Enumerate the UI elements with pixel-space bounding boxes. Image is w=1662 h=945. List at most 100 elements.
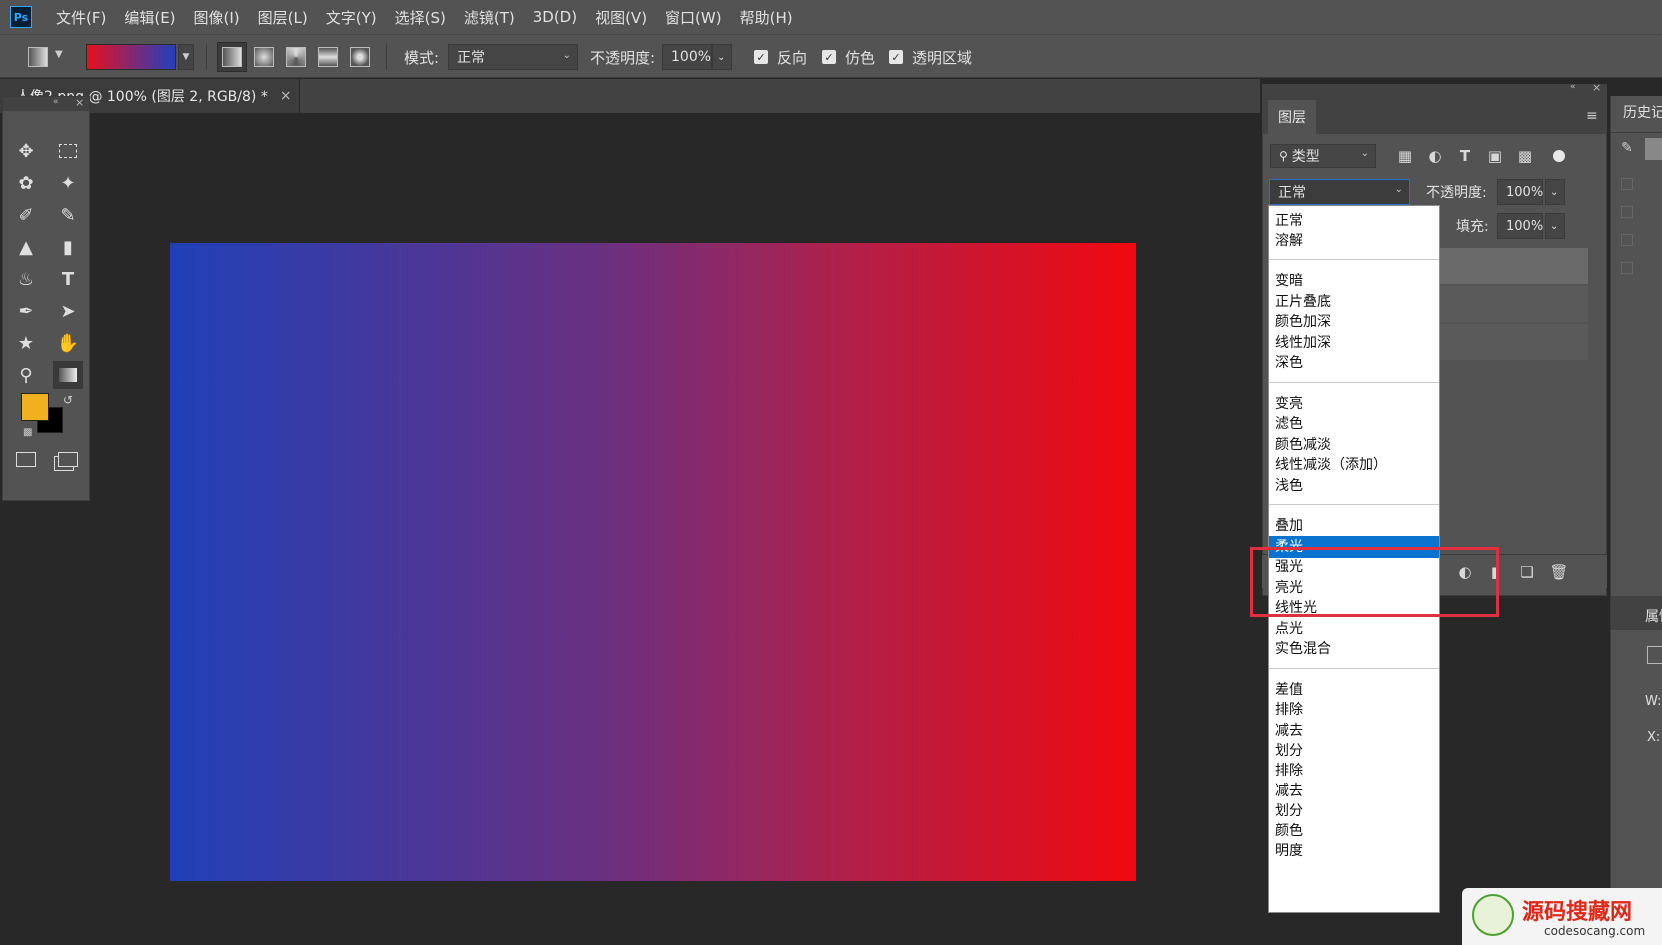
- gradient-picker-chevron-icon[interactable]: ▼: [178, 44, 194, 70]
- fill-chevron-icon[interactable]: ⌄: [1545, 213, 1565, 239]
- foreground-color-swatch[interactable]: [21, 393, 49, 421]
- collapse-icon[interactable]: «: [53, 97, 59, 107]
- shape-tool-icon[interactable]: ★: [11, 329, 41, 357]
- fill-input[interactable]: 100%: [1497, 213, 1543, 239]
- menu-layer[interactable]: 图层(L): [258, 7, 308, 28]
- trash-icon[interactable]: 🗑: [1549, 563, 1568, 581]
- blend-mode-option[interactable]: 正常: [1269, 210, 1439, 232]
- blend-mode-option[interactable]: 颜色加深: [1269, 311, 1439, 333]
- blend-mode-option[interactable]: 浅色: [1269, 475, 1439, 497]
- tab-properties[interactable]: 属性: [1645, 606, 1662, 626]
- blend-mode-option[interactable]: 减去: [1269, 720, 1439, 742]
- transparency-checkbox[interactable]: ✓: [889, 50, 903, 64]
- dither-checkbox[interactable]: ✓: [822, 50, 836, 64]
- blend-mode-option[interactable]: 滤色: [1269, 413, 1439, 435]
- linear-gradient-icon[interactable]: [222, 47, 242, 67]
- shape-filter-icon[interactable]: ▣: [1486, 147, 1504, 165]
- menu-type[interactable]: 文字(Y): [326, 7, 377, 28]
- gradient-tool-icon[interactable]: [53, 361, 83, 389]
- blend-mode-option[interactable]: 点光: [1269, 618, 1439, 640]
- lasso-tool-icon[interactable]: ✿: [11, 169, 41, 197]
- hand-tool-icon[interactable]: ✋: [53, 329, 83, 357]
- magic-wand-tool-icon[interactable]: ✦: [53, 169, 83, 197]
- layer-row[interactable]: [1440, 248, 1588, 284]
- history-checkbox[interactable]: [1621, 234, 1633, 246]
- screen-mode-icon[interactable]: [53, 445, 83, 473]
- reverse-checkbox[interactable]: ✓: [754, 50, 768, 64]
- blend-mode-option[interactable]: 划分: [1269, 740, 1439, 762]
- chevron-down-icon[interactable]: ▼: [55, 49, 63, 60]
- blend-mode-option[interactable]: 颜色减淡: [1269, 434, 1439, 456]
- blend-mode-option[interactable]: 变亮: [1269, 393, 1439, 415]
- type-tool-icon[interactable]: T: [53, 265, 83, 293]
- blend-mode-option[interactable]: 划分: [1269, 800, 1439, 822]
- path-selection-tool-icon[interactable]: ➤: [53, 297, 83, 325]
- close-icon[interactable]: ×: [280, 88, 292, 104]
- brush-history-icon[interactable]: ✎: [1621, 140, 1633, 156]
- tab-history[interactable]: 历史记: [1623, 102, 1662, 122]
- swap-colors-icon[interactable]: ↺: [63, 393, 73, 407]
- collapse-icon[interactable]: «: [1570, 82, 1576, 92]
- history-checkbox[interactable]: [1621, 262, 1633, 274]
- panel-menu-icon[interactable]: ≡: [1586, 108, 1598, 124]
- blend-mode-option[interactable]: 排除: [1269, 760, 1439, 782]
- gradient-swatch[interactable]: [86, 44, 176, 70]
- blend-mode-option[interactable]: 颜色: [1269, 820, 1439, 842]
- blend-mode-option[interactable]: 线性减淡（添加）: [1269, 454, 1439, 476]
- diamond-gradient-icon[interactable]: [350, 47, 370, 67]
- gradient-tool-preset-icon[interactable]: [28, 47, 48, 67]
- close-icon[interactable]: ×: [1592, 81, 1601, 94]
- smart-object-filter-icon[interactable]: ▩: [1516, 147, 1534, 165]
- close-icon[interactable]: ×: [75, 96, 84, 109]
- blend-mode-select[interactable]: 正常 ⌄: [1269, 179, 1410, 205]
- tab-layers[interactable]: 图层: [1268, 100, 1316, 134]
- move-tool-icon[interactable]: ✥: [11, 137, 41, 165]
- menu-help[interactable]: 帮助(H): [740, 7, 793, 28]
- blend-mode-option[interactable]: 叠加: [1269, 515, 1439, 537]
- eraser-tool-icon[interactable]: ▮: [53, 233, 83, 261]
- menu-window[interactable]: 窗口(W): [665, 7, 722, 28]
- opacity-input[interactable]: 100%: [662, 44, 712, 70]
- menu-file[interactable]: 文件(F): [56, 7, 106, 28]
- layer-opacity-chevron-icon[interactable]: ⌄: [1545, 179, 1565, 205]
- layer-row[interactable]: [1440, 324, 1588, 360]
- blend-mode-option[interactable]: 变暗: [1269, 270, 1439, 292]
- blend-mode-option[interactable]: 深色: [1269, 352, 1439, 374]
- blend-mode-option[interactable]: 线性加深: [1269, 332, 1439, 354]
- history-snapshot-thumb[interactable]: [1645, 138, 1662, 160]
- blend-mode-option[interactable]: 排除: [1269, 699, 1439, 721]
- layer-row[interactable]: [1440, 286, 1588, 322]
- history-checkbox[interactable]: [1621, 206, 1633, 218]
- paint-bucket-tool-icon[interactable]: ♨: [11, 265, 41, 293]
- new-layer-icon[interactable]: ❏: [1518, 563, 1536, 581]
- blend-mode-option[interactable]: 明度: [1269, 840, 1439, 862]
- reflected-gradient-icon[interactable]: [318, 47, 338, 67]
- zoom-tool-icon[interactable]: ⚲: [11, 361, 41, 389]
- blend-mode-option[interactable]: 正片叠底: [1269, 291, 1439, 313]
- opacity-chevron-icon[interactable]: ⌄: [712, 44, 732, 70]
- adjustment-filter-icon[interactable]: ◐: [1426, 147, 1444, 165]
- layer-opacity-input[interactable]: 100%: [1497, 179, 1543, 205]
- layer-filter-select[interactable]: ⚲ 类型 ⌄: [1270, 144, 1376, 168]
- history-checkbox[interactable]: [1621, 178, 1633, 190]
- blend-mode-option[interactable]: 溶解: [1269, 230, 1439, 252]
- blend-mode-option[interactable]: 实色混合: [1269, 638, 1439, 660]
- angle-gradient-icon[interactable]: [286, 47, 306, 67]
- image-filter-icon[interactable]: ▦: [1396, 147, 1414, 165]
- type-filter-icon[interactable]: T: [1456, 147, 1474, 165]
- mode-select[interactable]: 正常 ⌄: [448, 44, 578, 70]
- document-canvas[interactable]: [170, 243, 1136, 881]
- menu-select[interactable]: 选择(S): [395, 7, 446, 28]
- blend-mode-option[interactable]: 差值: [1269, 679, 1439, 701]
- menu-filter[interactable]: 滤镜(T): [464, 7, 515, 28]
- menu-edit[interactable]: 编辑(E): [124, 7, 175, 28]
- radial-gradient-icon[interactable]: [254, 47, 274, 67]
- marquee-tool-icon[interactable]: [53, 137, 83, 165]
- quick-mask-icon[interactable]: [11, 445, 41, 473]
- menu-3d[interactable]: 3D(D): [533, 8, 577, 26]
- stamp-tool-icon[interactable]: ▲: [11, 233, 41, 261]
- brush-tool-icon[interactable]: ✎: [53, 201, 83, 229]
- menu-view[interactable]: 视图(V): [595, 7, 647, 28]
- blend-mode-option[interactable]: 减去: [1269, 780, 1439, 802]
- menu-image[interactable]: 图像(I): [194, 7, 240, 28]
